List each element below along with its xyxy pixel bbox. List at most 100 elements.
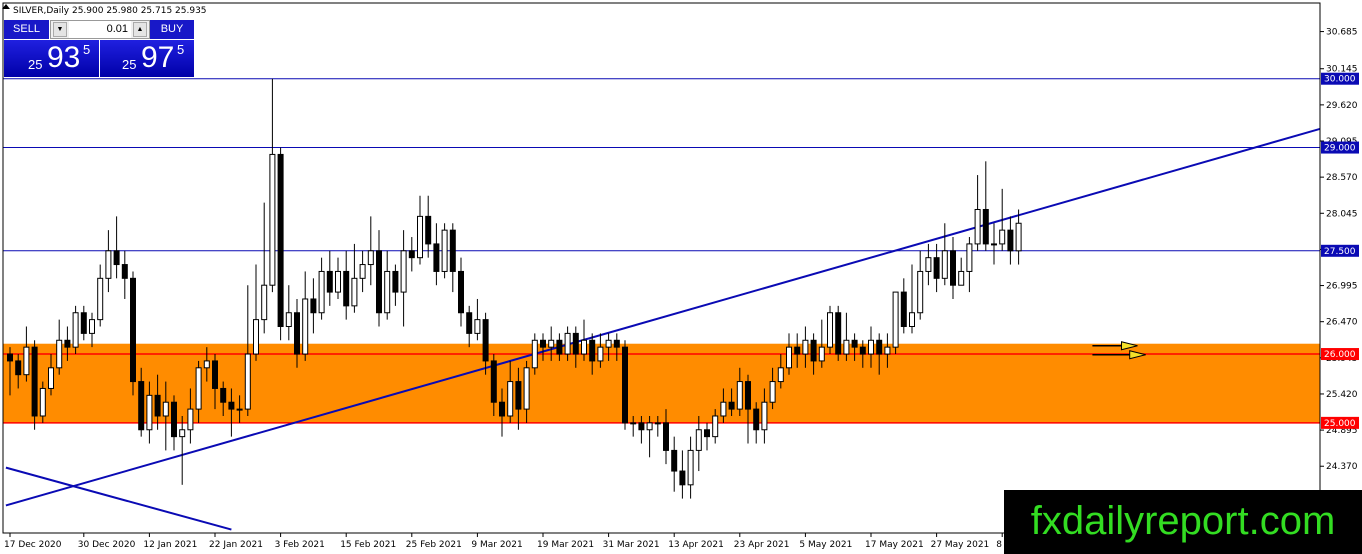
candle-body bbox=[154, 394, 161, 417]
candle-body bbox=[23, 346, 30, 376]
candle-body bbox=[622, 346, 628, 424]
candle-body bbox=[7, 353, 13, 362]
candle-body bbox=[392, 270, 399, 293]
buy-price-prefix: 25 bbox=[122, 57, 137, 72]
x-tick-label: 22 Jan 2021 bbox=[209, 540, 263, 550]
candle-body bbox=[654, 422, 661, 425]
candle-body bbox=[630, 422, 637, 425]
candle-body bbox=[581, 339, 587, 355]
buy-price-main: 97 bbox=[141, 41, 175, 74]
candle-body bbox=[548, 339, 555, 348]
candle-body bbox=[941, 250, 948, 279]
y-tick-label: 28.570 bbox=[1326, 173, 1358, 183]
candle-body bbox=[802, 339, 809, 355]
candle-body bbox=[458, 270, 464, 314]
sell-price-quote[interactable]: 25 93 5 bbox=[4, 40, 99, 77]
y-tick-label: 26.470 bbox=[1326, 318, 1358, 328]
candle-body bbox=[695, 429, 702, 451]
candle-body bbox=[48, 367, 54, 389]
price-chart[interactable]: 30.68530.14529.62029.09528.57028.04527.5… bbox=[0, 0, 1362, 554]
candle-body bbox=[1015, 222, 1022, 252]
chevron-up-icon[interactable]: ▲ bbox=[133, 22, 147, 37]
one-click-trading-panel: SELL ▼ 0.01 ▲ BUY 25 93 5 25 97 5 bbox=[4, 20, 194, 77]
candle-body bbox=[310, 298, 317, 314]
candle-body bbox=[925, 257, 932, 272]
candle-body bbox=[572, 332, 579, 355]
candle-body bbox=[39, 387, 46, 417]
candle-101 bbox=[835, 305, 842, 361]
candle-body bbox=[958, 270, 965, 286]
candle-body bbox=[384, 270, 391, 314]
candle-body bbox=[974, 208, 981, 245]
candle-body bbox=[441, 229, 448, 272]
candle-15 bbox=[130, 271, 136, 396]
candle-body bbox=[712, 415, 719, 438]
x-tick-label: 3 Feb 2021 bbox=[275, 540, 325, 550]
candle-100 bbox=[827, 305, 833, 355]
candle-body bbox=[761, 401, 768, 431]
candle-body bbox=[343, 270, 350, 307]
candle-body bbox=[966, 243, 973, 272]
x-tick-label: 23 Apr 2021 bbox=[734, 540, 790, 550]
y-tick-label: 29.620 bbox=[1326, 101, 1358, 111]
chart-title: SILVER,Daily 25.900 25.980 25.715 25.935 bbox=[13, 6, 207, 16]
candle-body bbox=[15, 360, 22, 376]
candle-body bbox=[56, 339, 63, 369]
level-label: 30.000 bbox=[1324, 75, 1356, 85]
y-tick-label: 28.045 bbox=[1326, 209, 1358, 219]
candle-75 bbox=[622, 340, 628, 430]
candle-body bbox=[704, 429, 710, 438]
candle-body bbox=[146, 394, 153, 431]
candle-body bbox=[507, 381, 514, 417]
sell-button[interactable]: SELL bbox=[4, 20, 49, 39]
level-label: 26.000 bbox=[1324, 350, 1356, 360]
candle-body bbox=[835, 312, 842, 355]
candle-body bbox=[679, 470, 686, 486]
candle-body bbox=[269, 153, 276, 286]
candle-body bbox=[597, 346, 604, 362]
candle-body bbox=[253, 319, 259, 355]
candle-33 bbox=[277, 147, 284, 341]
candle-body bbox=[892, 291, 899, 348]
candle-body bbox=[417, 215, 423, 259]
candle-body bbox=[105, 250, 112, 279]
lot-size-input[interactable]: 0.01 bbox=[69, 21, 131, 38]
candle-body bbox=[859, 346, 866, 355]
x-tick-label: 19 Mar 2021 bbox=[537, 540, 594, 550]
candle-body bbox=[950, 250, 956, 286]
sell-price-fraction: 5 bbox=[83, 42, 91, 57]
candle-body bbox=[638, 422, 645, 431]
chevron-down-icon[interactable]: ▼ bbox=[53, 22, 67, 37]
buy-price-quote[interactable]: 25 97 5 bbox=[100, 40, 194, 77]
candle-body bbox=[482, 319, 489, 362]
x-tick-label: 31 Mar 2021 bbox=[603, 540, 660, 550]
candle-body bbox=[425, 215, 432, 245]
candle-body bbox=[531, 339, 538, 369]
candle-body bbox=[499, 401, 505, 417]
sell-price-main: 93 bbox=[47, 41, 81, 74]
lot-size-stepper[interactable]: ▼ 0.01 ▲ bbox=[50, 20, 150, 39]
x-tick-label: 13 Apr 2021 bbox=[668, 540, 724, 550]
candle-body bbox=[671, 449, 678, 472]
candle-body bbox=[589, 339, 596, 362]
candle-body bbox=[212, 360, 218, 389]
candle-body bbox=[138, 381, 145, 431]
x-tick-label: 5 May 2021 bbox=[799, 540, 852, 550]
candle-body bbox=[777, 367, 784, 383]
buy-price-fraction: 5 bbox=[177, 42, 185, 57]
x-tick-label: 17 May 2021 bbox=[865, 540, 924, 550]
candle-body bbox=[900, 291, 907, 328]
buy-button[interactable]: BUY bbox=[150, 20, 194, 39]
candle-body bbox=[31, 346, 38, 417]
candle-body bbox=[228, 401, 235, 410]
candle-body bbox=[244, 353, 251, 410]
y-tick-label: 30.685 bbox=[1326, 28, 1358, 38]
candle-body bbox=[851, 339, 858, 348]
candle-body bbox=[515, 381, 522, 410]
level-label: 29.000 bbox=[1324, 144, 1356, 154]
candle-body bbox=[359, 264, 366, 279]
candle-body bbox=[909, 312, 915, 328]
candle-body bbox=[195, 367, 202, 410]
x-tick-label: 15 Feb 2021 bbox=[340, 540, 396, 550]
candle-body bbox=[523, 367, 530, 410]
